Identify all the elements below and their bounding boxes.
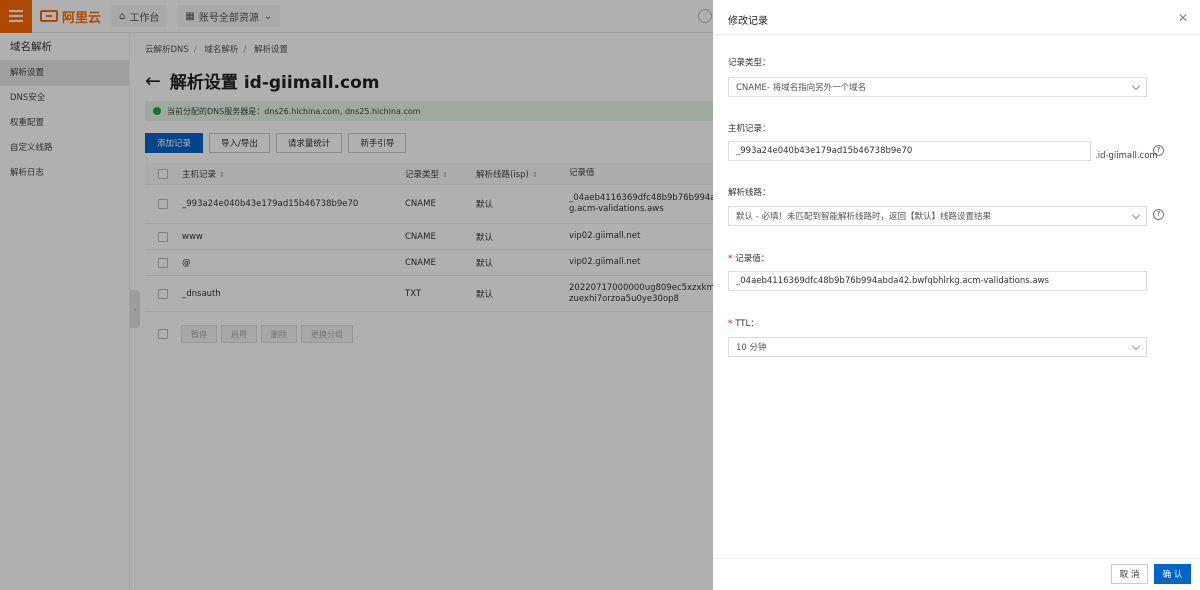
- help-icon[interactable]: ?: [1153, 209, 1164, 220]
- divider: [713, 34, 1200, 35]
- close-icon[interactable]: ✕: [1178, 11, 1188, 25]
- record-value: _04aeb4116369dfc48b9b76b994abda42.bwfqbh…: [736, 276, 1049, 286]
- line-select[interactable]: 默认 - 必填！未匹配到智能解析线路时，返回【默认】线路设置结果: [728, 206, 1147, 226]
- chevron-down-icon: [1131, 341, 1141, 351]
- host-input[interactable]: _993a24e040b43e179ad15b46738b9e70: [728, 141, 1091, 161]
- edit-record-drawer: 修改记录 ✕ 记录类型： CNAME- 将域名指向另外一个域名 主机记录： _9…: [713, 0, 1200, 590]
- value-label-text: 记录值：: [735, 254, 770, 264]
- host-label: 主机记录：: [728, 124, 771, 134]
- host-value: _993a24e040b43e179ad15b46738b9e70: [736, 146, 913, 156]
- drawer-title: 修改记录: [728, 16, 768, 27]
- line-value: 默认 - 必填！未匹配到智能解析线路时，返回【默认】线路设置结果: [736, 212, 991, 222]
- record-type-select[interactable]: CNAME- 将域名指向另外一个域名: [728, 77, 1147, 97]
- record-value-input[interactable]: _04aeb4116369dfc48b9b76b994abda42.bwfqbh…: [728, 271, 1147, 291]
- ttl-select[interactable]: 10 分钟: [728, 337, 1147, 357]
- ttl-label: * TTL：: [728, 319, 759, 329]
- divider: [713, 558, 1200, 559]
- cancel-button[interactable]: 取 消: [1111, 564, 1148, 584]
- chevron-down-icon: [1131, 210, 1141, 220]
- confirm-button[interactable]: 确 认: [1154, 564, 1191, 584]
- modal-overlay[interactable]: [0, 0, 713, 590]
- ttl-value: 10 分钟: [736, 343, 767, 353]
- record-type-label: 记录类型：: [728, 58, 771, 68]
- chevron-down-icon: [1131, 81, 1141, 91]
- value-label: * 记录值：: [728, 254, 770, 264]
- help-icon[interactable]: ?: [1153, 145, 1164, 156]
- domain-suffix: .id-giimall.com: [1095, 151, 1158, 161]
- line-label: 解析线路：: [728, 188, 771, 198]
- record-type-value: CNAME- 将域名指向另外一个域名: [736, 83, 867, 93]
- ttl-label-text: TTL：: [735, 319, 759, 329]
